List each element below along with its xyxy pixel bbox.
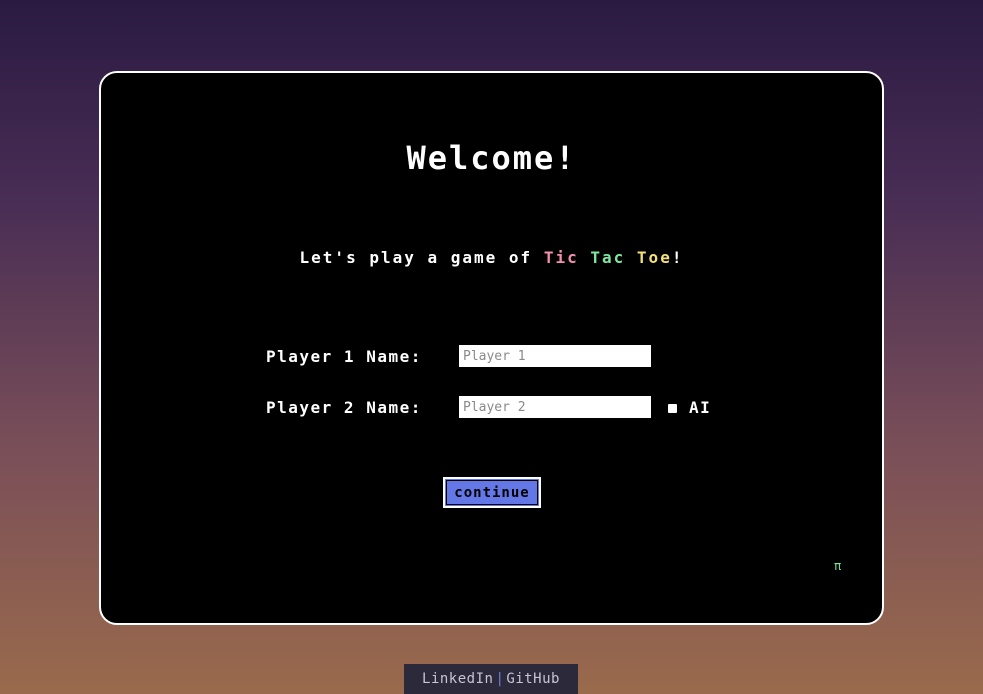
welcome-card: Welcome! Let's play a game of Tic Tac To…: [99, 71, 884, 625]
linkedin-link[interactable]: LinkedIn: [422, 671, 493, 687]
player1-row: Player 1 Name:: [266, 344, 651, 368]
ai-label: AI: [689, 397, 712, 417]
player2-label: Player 2 Name:: [266, 397, 422, 417]
player2-row: Player 2 Name: AI: [266, 395, 711, 419]
subtitle-tac: Tac: [590, 248, 626, 267]
ai-checkbox[interactable]: [668, 403, 677, 413]
footer-separator: |: [495, 671, 505, 687]
subtitle-prefix: Let's play a game of: [299, 248, 544, 267]
page-title: Welcome!: [406, 139, 577, 177]
subtitle-suffix: !: [671, 248, 684, 267]
player2-name-input[interactable]: [459, 396, 651, 418]
subtitle: Let's play a game of Tic Tac Toe!: [101, 248, 882, 267]
subtitle-toe: Toe: [636, 248, 672, 267]
continue-button[interactable]: continue: [443, 477, 541, 508]
github-link[interactable]: GitHub: [506, 671, 560, 687]
player1-name-input[interactable]: [459, 345, 651, 367]
footer-links: LinkedIn | GitHub: [404, 664, 578, 694]
subtitle-tic: Tic: [543, 248, 579, 267]
player1-label: Player 1 Name:: [266, 346, 422, 366]
pi-link[interactable]: π: [834, 559, 841, 573]
